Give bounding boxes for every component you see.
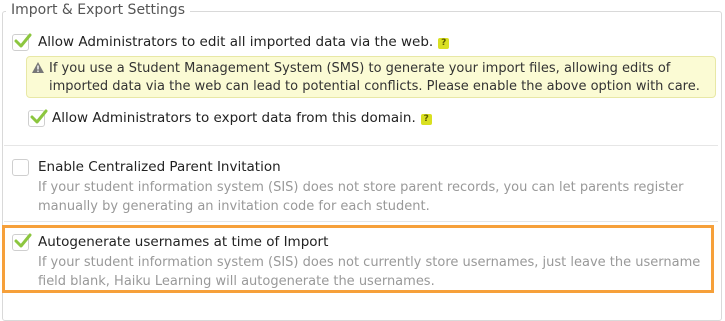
autogenerate-usernames-description: If your student information system (SIS)… bbox=[38, 255, 701, 289]
export-data-label-text: Allow Administrators to export data from… bbox=[52, 110, 416, 126]
checkmark-icon bbox=[14, 33, 32, 48]
edit-imported-data-label-text: Allow Administrators to edit all importe… bbox=[38, 34, 434, 50]
autogenerate-usernames-checkbox[interactable] bbox=[12, 233, 32, 251]
conflict-warning-box: If you use a Student Management System (… bbox=[26, 56, 716, 98]
checkmark-icon bbox=[30, 109, 48, 124]
export-data-label[interactable]: Allow Administrators to export data from… bbox=[52, 109, 432, 127]
edit-imported-data-checkbox[interactable] bbox=[12, 33, 32, 51]
export-data-checkbox[interactable] bbox=[28, 109, 48, 127]
edit-imported-data-label[interactable]: Allow Administrators to edit all importe… bbox=[38, 33, 450, 51]
help-icon[interactable]: ? bbox=[438, 38, 450, 49]
checkmark-icon bbox=[14, 233, 32, 248]
conflict-warning-text: If you use a Student Management System (… bbox=[49, 61, 700, 94]
parent-invitation-description: If your student information system (SIS)… bbox=[38, 180, 684, 214]
divider bbox=[4, 221, 718, 222]
parent-invitation-label[interactable]: Enable Centralized Parent Invitation bbox=[38, 158, 281, 176]
warning-icon bbox=[32, 62, 44, 73]
divider bbox=[4, 145, 718, 146]
parent-invitation-checkbox[interactable] bbox=[12, 159, 29, 176]
autogenerate-usernames-label[interactable]: Autogenerate usernames at time of Import bbox=[38, 233, 328, 251]
help-icon[interactable]: ? bbox=[420, 114, 432, 125]
section-title: Import & Export Settings bbox=[6, 0, 190, 20]
